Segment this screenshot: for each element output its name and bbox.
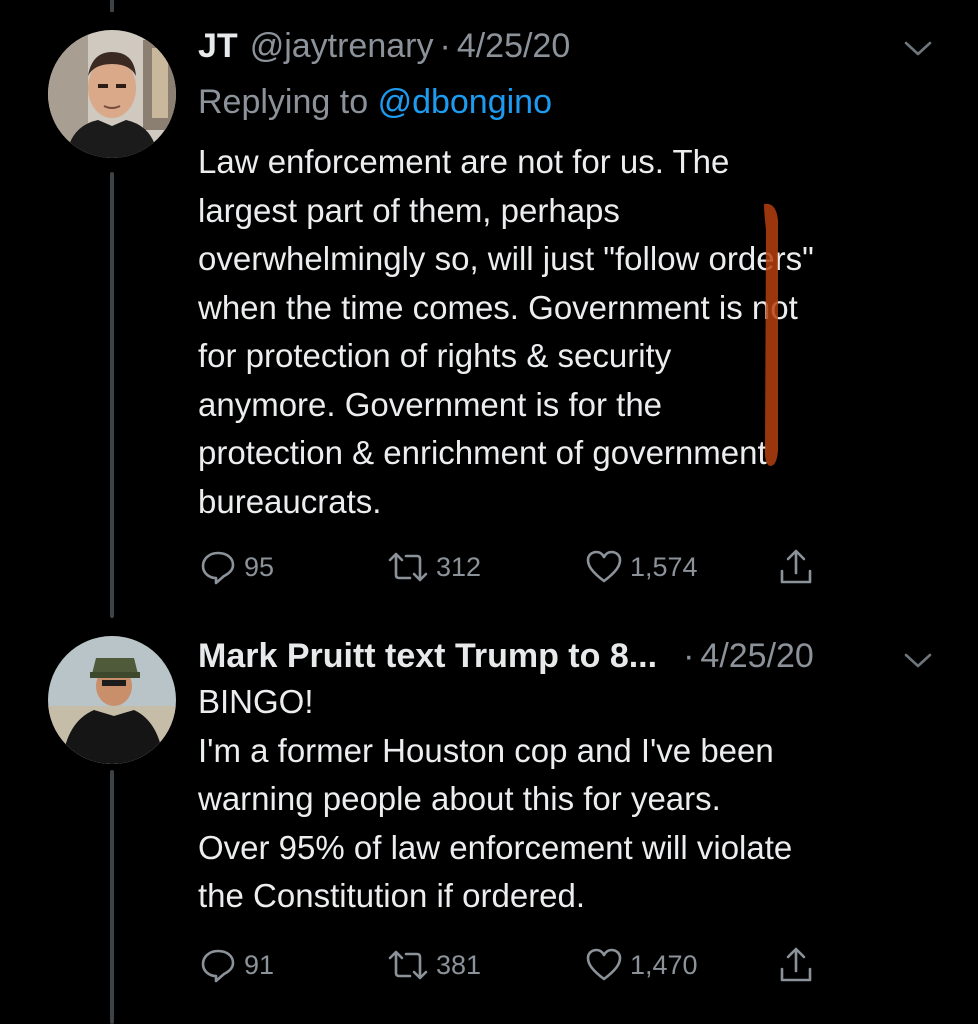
avatar-image — [48, 636, 176, 764]
tweet-text: BINGO! I'm a former Houston cop and I've… — [198, 683, 793, 914]
share-button[interactable] — [776, 940, 816, 990]
annotation-mark — [764, 203, 778, 467]
replying-prefix: Replying to — [198, 83, 369, 121]
separator-dot: · — [683, 637, 695, 675]
avatar[interactable] — [48, 30, 176, 158]
retweet-icon — [388, 552, 428, 582]
share-icon — [780, 549, 812, 584]
retweet-button[interactable]: 312 — [386, 542, 481, 592]
tweet-text: Law enforcement are not for us. The larg… — [198, 143, 814, 520]
tweet-date[interactable]: 4/25/20 — [457, 24, 570, 68]
tweet-date[interactable]: 4/25/20 — [700, 634, 813, 678]
tweet-actions: 91 381 1,470 — [198, 940, 838, 990]
chevron-down-icon[interactable] — [902, 38, 934, 60]
like-icon — [586, 550, 622, 583]
tweet-header: Mark Pruitt text Trump to 8... · 4/25/20 — [198, 634, 918, 678]
replying-mention[interactable]: @dbongino — [378, 83, 552, 121]
tweet-mark-pruitt[interactable]: Mark Pruitt text Trump to 8... · 4/25/20… — [0, 618, 978, 1024]
like-icon — [586, 948, 622, 981]
reply-icon — [201, 551, 235, 585]
reply-icon — [201, 949, 235, 983]
retweet-count: 381 — [436, 949, 482, 980]
like-button[interactable]: 1,574 — [584, 542, 698, 592]
author-name[interactable]: JT — [198, 24, 238, 68]
share-icon — [780, 947, 812, 982]
like-button[interactable]: 1,470 — [584, 940, 698, 990]
tweet-jt[interactable]: JT @jaytrenary · 4/25/20 Replying to @db… — [0, 0, 978, 618]
thread-line — [110, 770, 114, 1024]
share-button[interactable] — [776, 542, 816, 592]
chevron-down-icon[interactable] — [902, 650, 934, 672]
reply-button[interactable]: 91 — [198, 940, 274, 990]
retweet-button[interactable]: 381 — [386, 940, 481, 990]
retweet-icon — [388, 950, 428, 980]
author-name[interactable]: Mark Pruitt text Trump to 8... — [198, 634, 657, 678]
separator-dot: · — [439, 27, 451, 65]
reply-button[interactable]: 95 — [198, 542, 274, 592]
thread-line — [110, 172, 114, 618]
like-count: 1,574 — [630, 551, 698, 582]
replying-to: Replying to @dbongino — [198, 80, 552, 124]
avatar[interactable] — [48, 636, 176, 764]
author-handle[interactable]: @jaytrenary — [250, 24, 434, 68]
reply-count: 91 — [244, 949, 275, 980]
tweet-header: JT @jaytrenary · 4/25/20 — [198, 24, 918, 68]
tweet-actions: 95 312 1,574 — [198, 542, 838, 592]
like-count: 1,470 — [630, 949, 698, 980]
retweet-count: 312 — [436, 551, 482, 582]
reply-count: 95 — [244, 551, 275, 582]
avatar-image — [48, 30, 176, 158]
